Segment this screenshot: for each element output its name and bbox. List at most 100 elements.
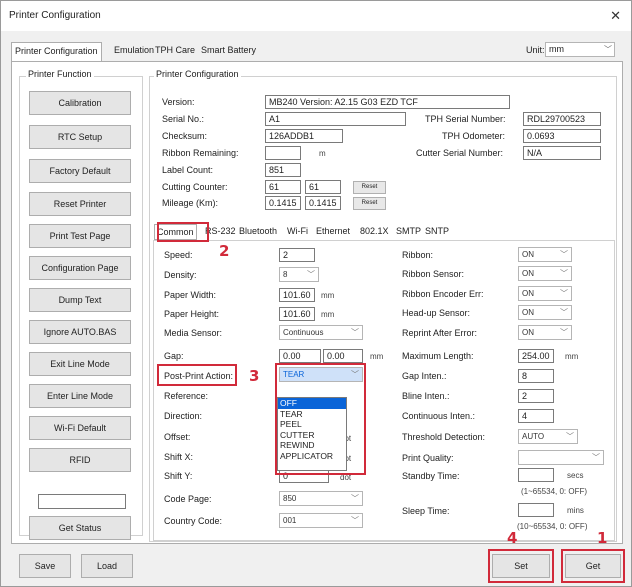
serial-no-label: Serial No.: [162, 114, 205, 124]
bline-inten-field[interactable]: 2 [518, 389, 554, 403]
paper-width-label: Paper Width: [164, 290, 217, 300]
factory-default-button[interactable]: Factory Default [29, 159, 131, 183]
gap-field-2[interactable]: 0.00 [323, 349, 363, 363]
close-icon[interactable]: ✕ [610, 8, 621, 24]
threshold-detection-select[interactable]: AUTO ﹀ [518, 429, 578, 444]
head-up-sensor-select[interactable]: ON ﹀ [518, 305, 572, 320]
step-number-4: 4 [507, 529, 518, 547]
gap-unit: mm [370, 352, 384, 361]
rfid-button[interactable]: RFID [29, 448, 131, 472]
printer-function-title: Printer Function [26, 69, 94, 79]
subtab-sntp[interactable]: SNTP [423, 224, 451, 240]
subtab-wifi[interactable]: Wi-Fi [285, 224, 310, 240]
highlight-post-print-action-label [157, 364, 237, 386]
checksum-field[interactable]: 126ADDB1 [265, 129, 343, 143]
status-field[interactable] [38, 494, 126, 509]
load-button[interactable]: Load [81, 554, 133, 578]
chevron-down-icon: ﹀ [351, 516, 359, 525]
wifi-default-button[interactable]: Wi-Fi Default [29, 416, 131, 440]
sleep-time-field[interactable] [518, 503, 554, 517]
chevron-down-icon: ﹀ [604, 45, 612, 54]
ribbon-value: ON [522, 250, 534, 259]
unit-label: Unit: [526, 45, 545, 55]
cutting-counter-field-1[interactable]: 61 [265, 180, 301, 194]
subtab-8021x[interactable]: 802.1X [358, 224, 391, 240]
tph-serial-field[interactable]: RDL29700523 [523, 112, 601, 126]
tab-emulation[interactable]: Emulation [111, 42, 157, 61]
tab-tph-care[interactable]: TPH Care [152, 42, 198, 61]
ribbon-encoder-err-value: ON [522, 289, 534, 298]
speed-label: Speed: [164, 250, 193, 260]
ribbon-sensor-select[interactable]: ON ﹀ [518, 266, 572, 281]
print-test-page-button[interactable]: Print Test Page [29, 224, 131, 248]
reprint-after-error-value: ON [522, 328, 534, 337]
paper-width-field[interactable]: 101.60 [279, 288, 315, 302]
mileage-reset-button[interactable]: Reset [353, 197, 386, 210]
highlight-set-button [488, 549, 554, 583]
tph-odometer-field[interactable]: 0.0693 [523, 129, 601, 143]
reset-printer-button[interactable]: Reset Printer [29, 192, 131, 216]
ignore-auto-bas-button[interactable]: Ignore AUTO.BAS [29, 320, 131, 344]
country-code-value: 001 [283, 516, 297, 525]
threshold-detection-label: Threshold Detection: [402, 432, 486, 442]
label-count-field[interactable]: 851 [265, 163, 301, 177]
tab-printer-configuration[interactable]: Printer Configuration [11, 42, 102, 62]
serial-no-field[interactable]: A1 [265, 112, 406, 126]
offset-label: Offset: [164, 432, 191, 442]
reprint-after-error-select[interactable]: ON ﹀ [518, 325, 572, 340]
ribbon-encoder-err-label: Ribbon Encoder Err: [402, 289, 484, 299]
subtab-smtp[interactable]: SMTP [394, 224, 423, 240]
reprint-after-error-label: Reprint After Error: [402, 328, 478, 338]
cutter-serial-field[interactable]: N/A [523, 146, 601, 160]
cutter-serial-label: Cutter Serial Number: [416, 148, 504, 158]
version-field[interactable]: MB240 Version: A2.15 G03 EZD TCF [265, 95, 510, 109]
print-quality-select[interactable]: ﹀ [518, 450, 604, 465]
exit-line-mode-button[interactable]: Exit Line Mode [29, 352, 131, 376]
gap-label: Gap: [164, 351, 184, 361]
mileage-field-1[interactable]: 0.1415 [265, 196, 301, 210]
subtab-ethernet[interactable]: Ethernet [314, 224, 352, 240]
cutting-counter-field-2[interactable]: 61 [305, 180, 341, 194]
calibration-button[interactable]: Calibration [29, 91, 131, 115]
paper-height-field[interactable]: 101.60 [279, 307, 315, 321]
cutting-counter-reset-button[interactable]: Reset [353, 181, 386, 194]
chevron-down-icon: ﹀ [351, 328, 359, 337]
ribbon-remaining-unit: m [319, 149, 326, 158]
code-page-select[interactable]: 850 ﹀ [279, 491, 363, 506]
ribbon-remaining-field[interactable] [265, 146, 301, 160]
rtc-setup-button[interactable]: RTC Setup [29, 125, 131, 149]
continuous-inten-field[interactable]: 4 [518, 409, 554, 423]
subtab-bluetooth[interactable]: Bluetooth [237, 224, 279, 240]
unit-select[interactable]: mm ﹀ [545, 42, 615, 57]
highlight-common-tab [157, 222, 209, 242]
save-button[interactable]: Save [19, 554, 71, 578]
configuration-page-button[interactable]: Configuration Page [29, 256, 131, 280]
enter-line-mode-button[interactable]: Enter Line Mode [29, 384, 131, 408]
standby-time-field[interactable] [518, 468, 554, 482]
gap-field-1[interactable]: 0.00 [279, 349, 321, 363]
tab-smart-battery[interactable]: Smart Battery [198, 42, 259, 61]
media-sensor-select[interactable]: Continuous ﹀ [279, 325, 363, 340]
chevron-down-icon: ﹀ [351, 494, 359, 503]
sleep-time-hint: (10~65534, 0: OFF) [517, 522, 588, 531]
cutting-counter-label: Cutting Counter: [162, 182, 228, 192]
chevron-down-icon: ﹀ [560, 328, 568, 337]
reference-label: Reference: [164, 391, 209, 401]
density-select[interactable]: 8 ﹀ [279, 267, 319, 282]
chevron-down-icon: ﹀ [560, 269, 568, 278]
gap-inten-field[interactable]: 8 [518, 369, 554, 383]
density-value: 8 [283, 270, 288, 279]
ribbon-sensor-label: Ribbon Sensor: [402, 269, 465, 279]
mileage-field-2[interactable]: 0.1415 [305, 196, 341, 210]
country-code-label: Country Code: [164, 516, 223, 526]
country-code-select[interactable]: 001 ﹀ [279, 513, 363, 528]
dump-text-button[interactable]: Dump Text [29, 288, 131, 312]
printer-config-window: Printer Configuration ✕ Printer Configur… [0, 0, 632, 587]
ribbon-encoder-err-select[interactable]: ON ﹀ [518, 286, 572, 301]
maximum-length-field[interactable]: 254.00 [518, 349, 554, 363]
get-status-button[interactable]: Get Status [29, 516, 131, 540]
code-page-label: Code Page: [164, 494, 212, 504]
chevron-down-icon: ﹀ [566, 432, 574, 441]
speed-field[interactable]: 2 [279, 248, 315, 262]
ribbon-select[interactable]: ON ﹀ [518, 247, 572, 262]
